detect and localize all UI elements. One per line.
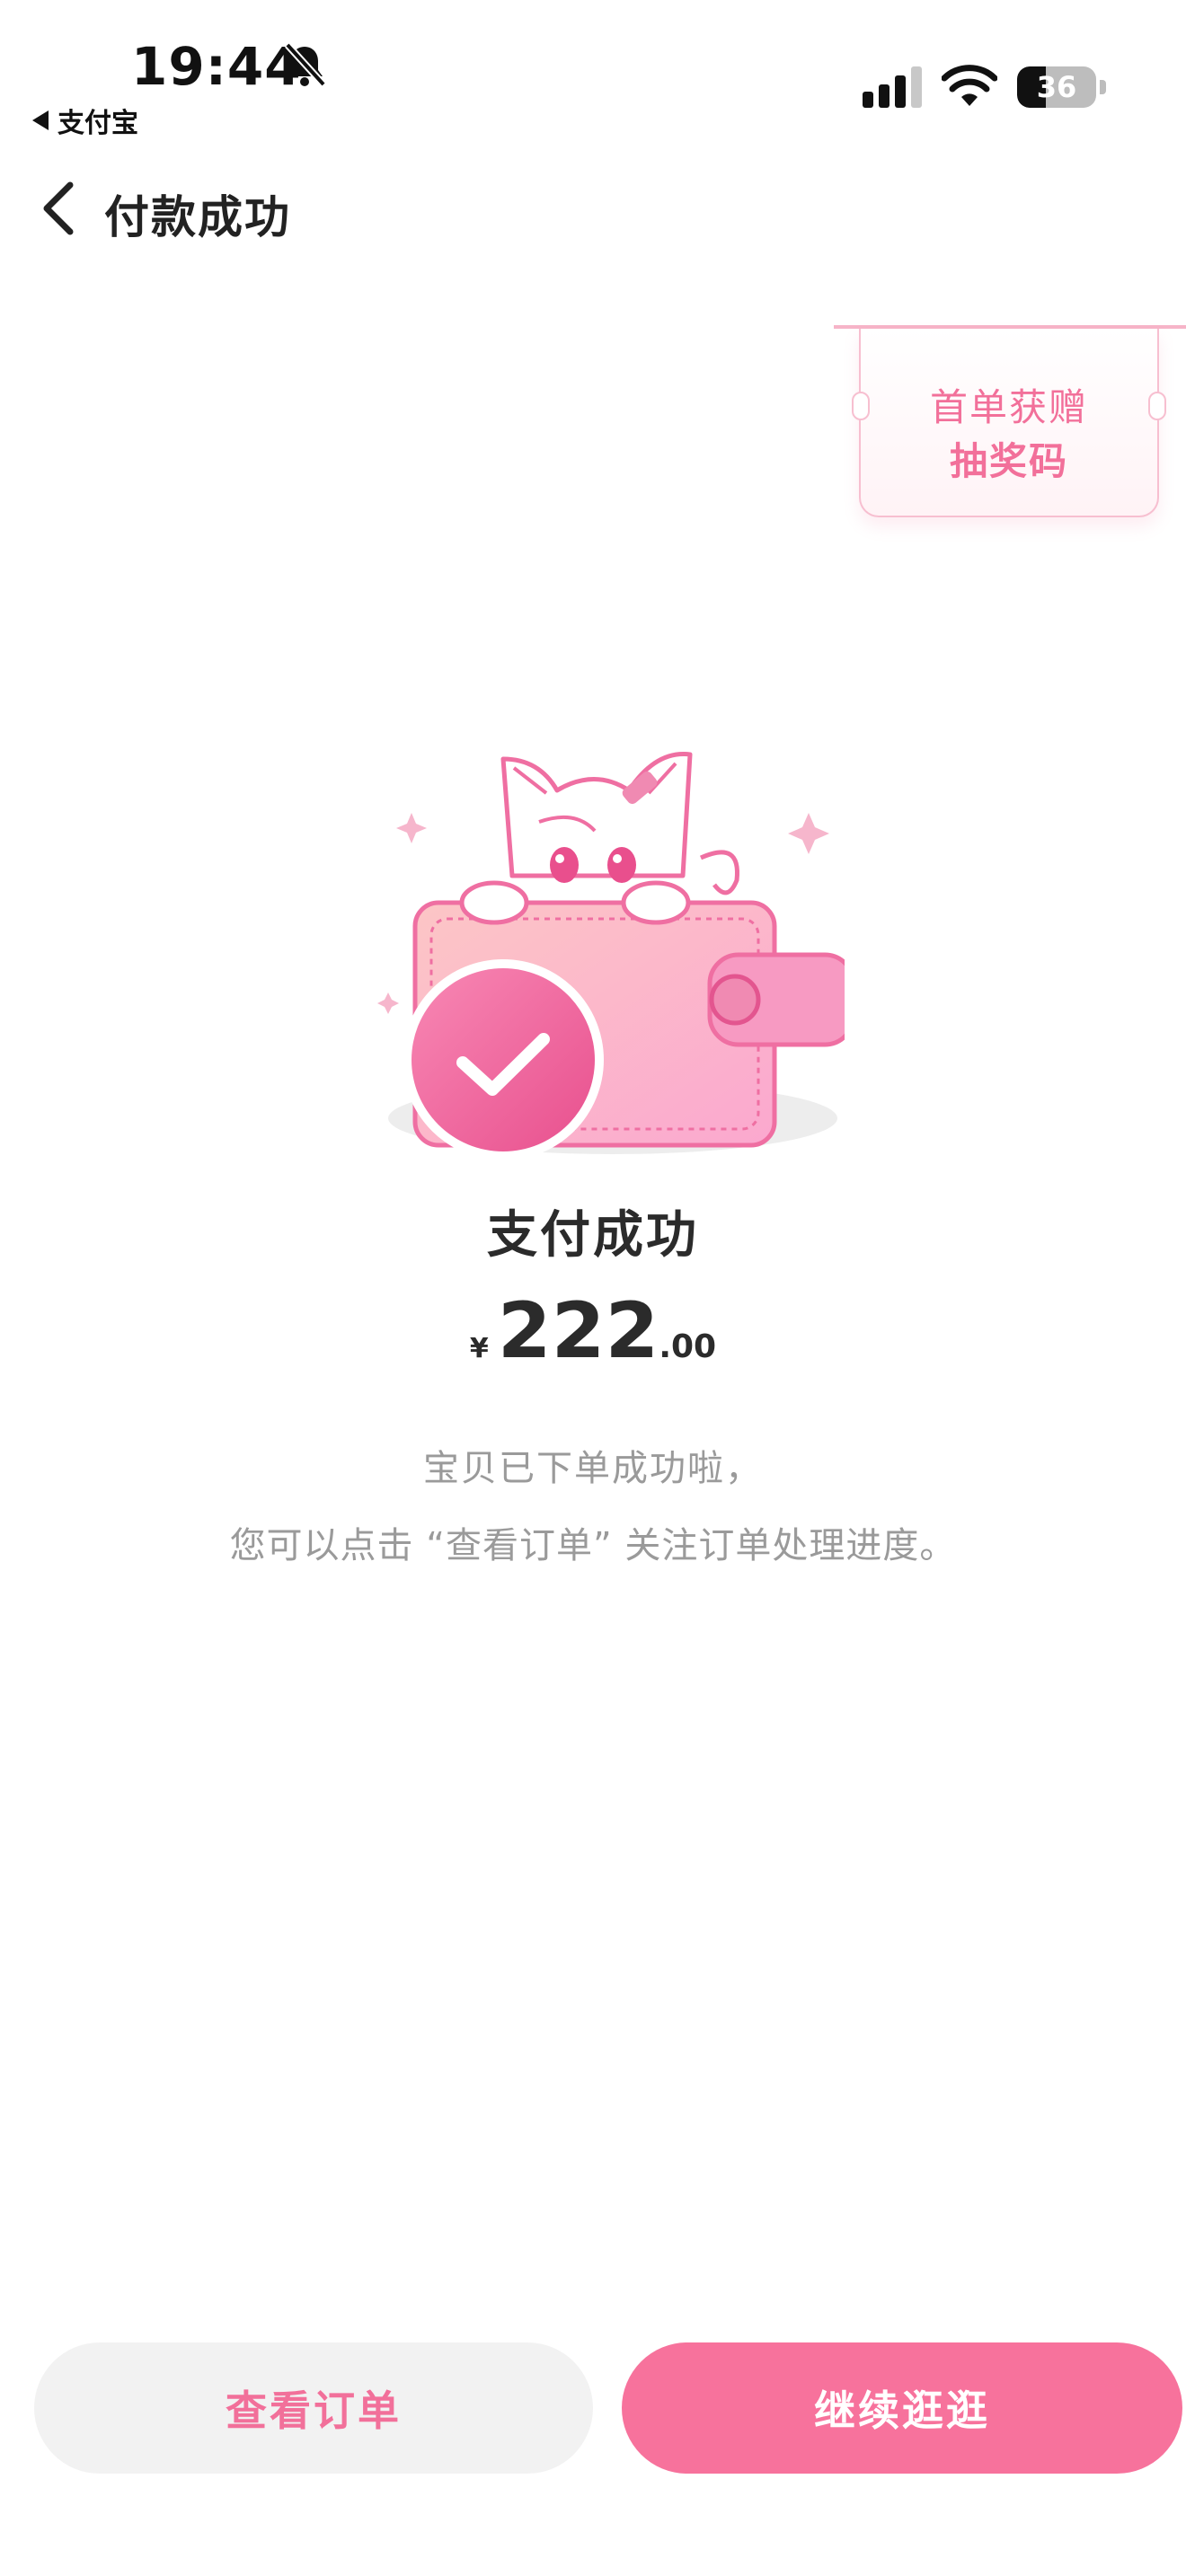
payment-amount: ¥222.00	[0, 1286, 1186, 1376]
back-to-app-link[interactable]: 支付宝	[32, 101, 138, 140]
battery-icon: 36	[1017, 66, 1107, 108]
bell-slash-icon	[285, 42, 326, 87]
amount-decimal: .00	[659, 1328, 717, 1365]
page-title: 付款成功	[104, 191, 291, 243]
back-triangle-icon	[32, 110, 49, 130]
status-time: 19:44	[131, 36, 302, 97]
signal-icon	[863, 66, 922, 108]
result-title: 支付成功	[487, 1206, 699, 1265]
back-app-label: 支付宝	[58, 108, 138, 139]
result-description-line2: 您可以点击 “查看订单” 关注订单处理进度。	[229, 1525, 957, 1566]
wifi-icon	[942, 65, 997, 106]
currency-symbol: ¥	[469, 1333, 489, 1364]
view-order-button[interactable]: 查看订单	[34, 2342, 593, 2474]
continue-shopping-button[interactable]: 继续逛逛	[622, 2342, 1182, 2474]
result-description-line1: 宝贝已下单成功啦，	[423, 1448, 763, 1489]
promo-line1: 首单获赠	[929, 385, 1088, 429]
battery-level: 36	[1036, 70, 1077, 104]
promo-line2: 抽奖码	[949, 439, 1068, 483]
amount-integer: 222	[497, 1286, 659, 1376]
chevron-left-icon[interactable]	[36, 180, 83, 237]
wallet-cat-illustration	[377, 752, 845, 1160]
promo-ticket[interactable]: 首单获赠 抽奖码	[852, 329, 1166, 517]
